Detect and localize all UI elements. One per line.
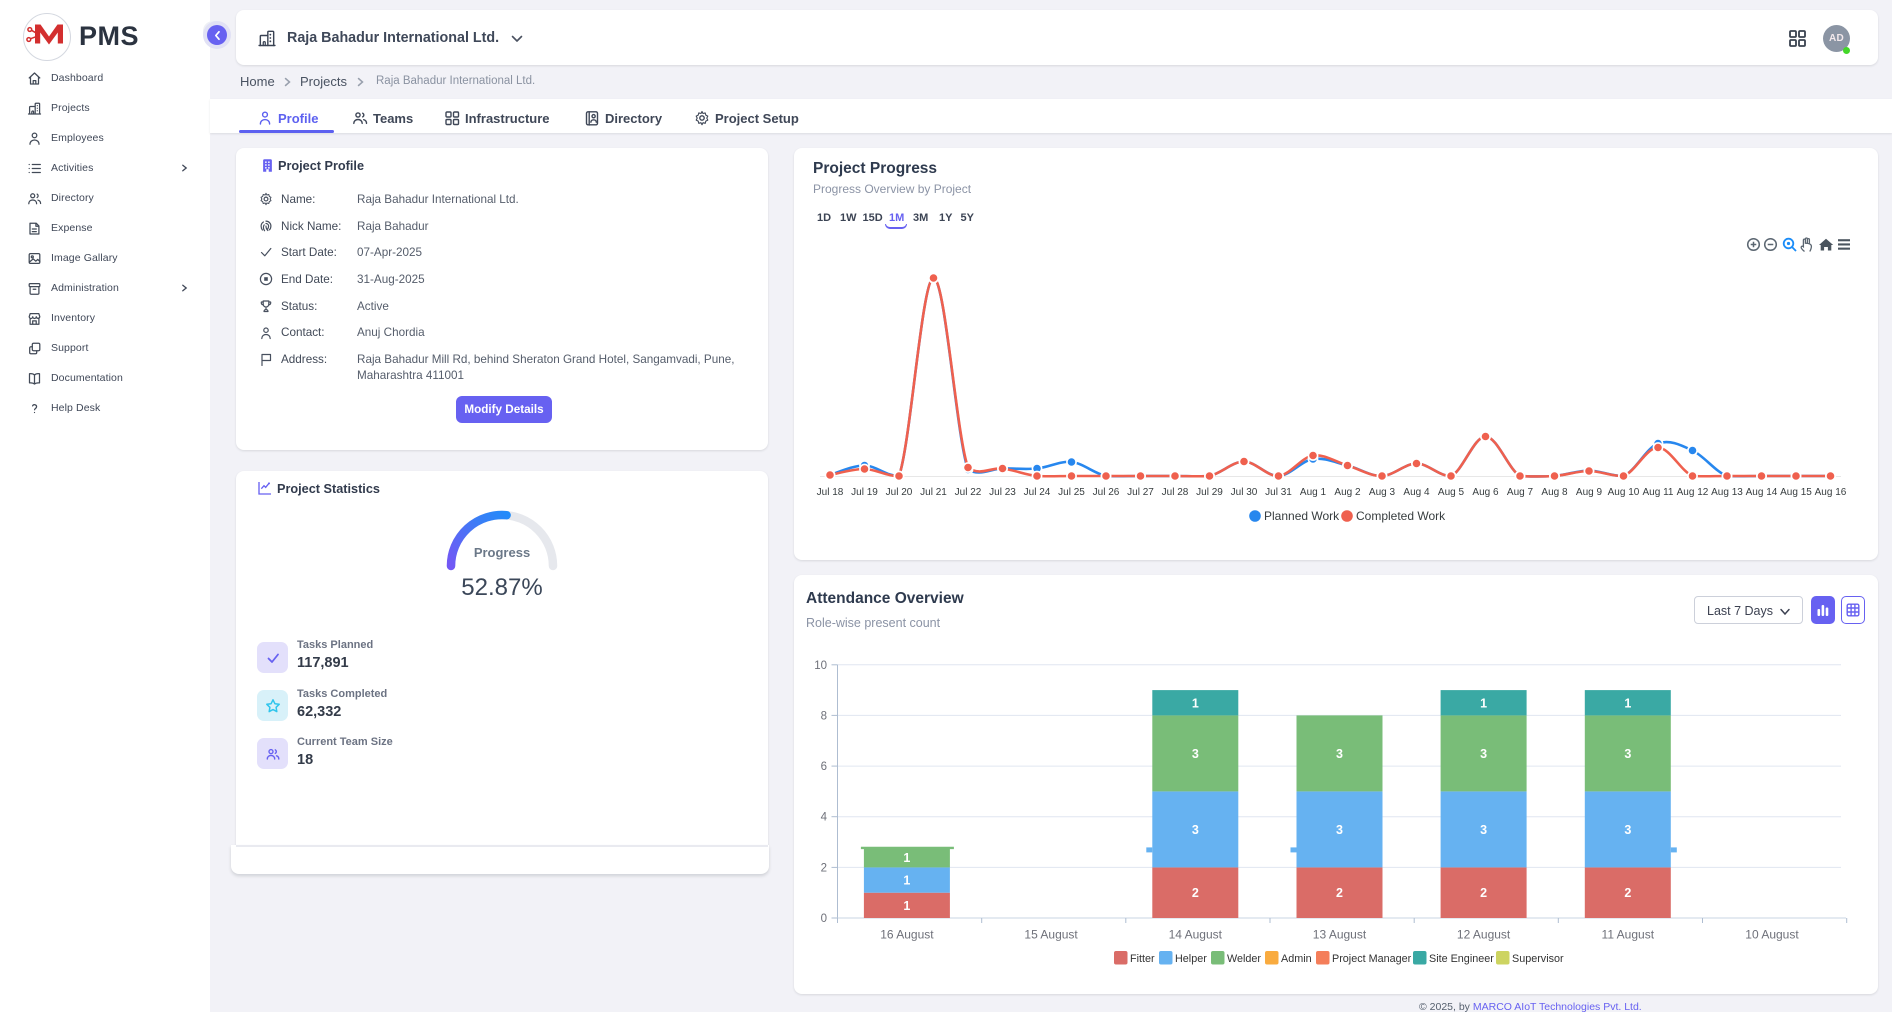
svg-text:Jul 28: Jul 28 [1162,487,1189,498]
svg-text:Jul 21: Jul 21 [920,487,947,498]
svg-text:1: 1 [903,899,910,913]
svg-text:6: 6 [821,761,827,773]
svg-text:Aug 3: Aug 3 [1369,487,1396,498]
svg-text:3: 3 [1336,823,1343,837]
svg-text:1: 1 [1480,696,1487,710]
svg-text:Site Engineer: Site Engineer [1429,953,1494,965]
svg-text:3: 3 [1192,823,1199,837]
svg-text:Jul 26: Jul 26 [1093,487,1120,498]
svg-text:Aug 8: Aug 8 [1541,487,1568,498]
svg-text:Jul 23: Jul 23 [989,487,1016,498]
svg-text:12 August: 12 August [1457,928,1511,942]
svg-text:8: 8 [821,710,827,722]
svg-text:14 August: 14 August [1169,928,1223,942]
svg-text:Aug 10: Aug 10 [1608,487,1640,498]
svg-text:Aug 1: Aug 1 [1300,487,1327,498]
svg-text:3: 3 [1192,747,1199,761]
svg-text:1: 1 [1192,696,1199,710]
svg-text:Aug 7: Aug 7 [1507,487,1534,498]
svg-text:Jul 29: Jul 29 [1196,487,1223,498]
svg-text:3: 3 [1336,747,1343,761]
svg-text:10 August: 10 August [1745,928,1799,942]
svg-text:3: 3 [1480,747,1487,761]
svg-text:Welder: Welder [1227,953,1261,965]
svg-text:1: 1 [903,851,910,865]
svg-text:15 August: 15 August [1024,928,1078,942]
svg-text:Jul 27: Jul 27 [1127,487,1154,498]
svg-text:Jul 24: Jul 24 [1024,487,1051,498]
svg-text:0: 0 [821,913,827,925]
svg-text:Project Manager: Project Manager [1332,953,1412,965]
svg-text:16 August: 16 August [880,928,934,942]
svg-text:Admin: Admin [1281,953,1312,965]
svg-text:11 August: 11 August [1602,928,1655,942]
svg-text:2: 2 [1624,886,1631,900]
svg-text:Aug 12: Aug 12 [1677,487,1709,498]
svg-text:Jul 19: Jul 19 [851,487,878,498]
svg-text:13 August: 13 August [1313,928,1367,942]
svg-text:2: 2 [1336,886,1343,900]
svg-text:Jul 20: Jul 20 [886,487,913,498]
svg-text:Helper: Helper [1175,953,1207,965]
svg-text:Aug 14: Aug 14 [1746,487,1778,498]
svg-text:Aug 2: Aug 2 [1334,487,1361,498]
svg-text:Aug 13: Aug 13 [1711,487,1743,498]
svg-text:Aug 15: Aug 15 [1780,487,1812,498]
svg-text:2: 2 [821,862,827,874]
svg-text:Aug 4: Aug 4 [1403,487,1430,498]
svg-text:4: 4 [821,812,828,824]
svg-text:Supervisor: Supervisor [1512,953,1564,965]
svg-text:3: 3 [1624,823,1631,837]
svg-text:3: 3 [1624,747,1631,761]
svg-text:Aug 11: Aug 11 [1643,487,1674,498]
svg-text:Aug 9: Aug 9 [1576,487,1603,498]
svg-text:Aug 16: Aug 16 [1815,487,1847,498]
svg-text:Jul 18: Jul 18 [817,487,844,498]
svg-text:1: 1 [903,874,910,888]
svg-text:1: 1 [1624,696,1631,710]
svg-text:10: 10 [814,660,827,672]
svg-text:Jul 30: Jul 30 [1231,487,1258,498]
svg-text:Jul 22: Jul 22 [955,487,982,498]
svg-text:Planned Work: Planned Work [1264,509,1340,523]
svg-text:Fitter: Fitter [1130,953,1155,965]
svg-text:Aug 6: Aug 6 [1472,487,1499,498]
svg-text:Completed Work: Completed Work [1356,509,1446,523]
svg-text:3: 3 [1480,823,1487,837]
svg-text:2: 2 [1480,886,1487,900]
svg-text:Jul 25: Jul 25 [1058,487,1085,498]
svg-text:2: 2 [1192,886,1199,900]
svg-text:Jul 31: Jul 31 [1265,487,1292,498]
svg-text:Aug 5: Aug 5 [1438,487,1465,498]
